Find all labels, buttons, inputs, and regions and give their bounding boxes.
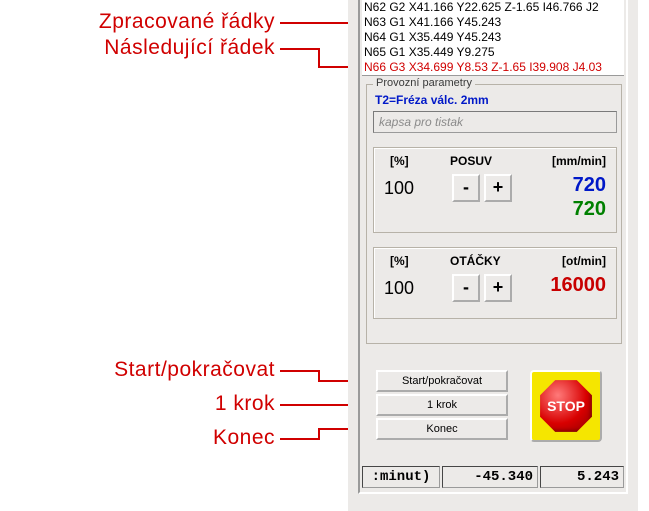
feed-minus-button[interactable]: - — [452, 174, 480, 202]
stop-button[interactable]: STOP — [530, 370, 602, 442]
footer-value-1: -45.340 — [442, 466, 538, 488]
callout-next-row: Následující řádek — [30, 36, 275, 60]
callout-line — [280, 22, 358, 24]
gcode-line: N63 G1 X41.166 Y45.243 — [364, 15, 622, 30]
feed-value: 720 — [573, 174, 606, 197]
callout-processed-rows: Zpracované řádky — [30, 10, 275, 34]
end-button[interactable]: Konec — [376, 418, 508, 440]
callout-line — [280, 438, 320, 440]
callout-line — [318, 48, 320, 66]
gcode-line: N64 G1 X35.449 Y45.243 — [364, 30, 622, 45]
speed-unit-header: [ot/min] — [562, 254, 606, 268]
feed-pct-header: [%] — [390, 154, 409, 168]
control-button-area: Start/pokračovat 1 krok Konec STOP — [364, 370, 624, 446]
feed-pct-value: 100 — [384, 178, 414, 199]
feed-value-secondary: 720 — [573, 198, 606, 221]
feed-box: [%] POSUV [mm/min] 100 - + 720 720 — [373, 147, 617, 233]
speed-pct-value: 100 — [384, 278, 414, 299]
gcode-line: N62 G2 X41.166 Y22.625 Z-1.65 I46.766 J2 — [364, 0, 622, 15]
feed-unit-header: [mm/min] — [552, 154, 606, 168]
callout-line — [280, 370, 320, 372]
gcode-listing: N62 G2 X41.166 Y22.625 Z-1.65 I46.766 J2… — [362, 0, 624, 76]
speed-box: [%] OTÁČKY [ot/min] 100 - + 16000 — [373, 247, 617, 319]
speed-name-header: OTÁČKY — [450, 254, 501, 268]
callout-line — [280, 48, 320, 50]
speed-value: 16000 — [550, 274, 606, 297]
app-panel: N62 G2 X41.166 Y22.625 Z-1.65 I46.766 J2… — [348, 0, 638, 511]
groupbox-title: Provozní parametry — [373, 77, 475, 89]
feed-plus-button[interactable]: + — [484, 174, 512, 202]
feed-name-header: POSUV — [450, 154, 492, 168]
speed-pct-header: [%] — [390, 254, 409, 268]
speed-minus-button[interactable]: - — [452, 274, 480, 302]
start-continue-button[interactable]: Start/pokračovat — [376, 370, 508, 392]
footer-time-label: :minut) — [362, 466, 440, 488]
one-step-button[interactable]: 1 krok — [376, 394, 508, 416]
speed-plus-button[interactable]: + — [484, 274, 512, 302]
footer-value-2: 5.243 — [540, 466, 624, 488]
stop-icon: STOP — [539, 379, 593, 433]
footer-readouts: :minut) -45.340 5.243 — [362, 466, 626, 490]
tool-label: T2=Fréza válc. 2mm — [375, 93, 489, 107]
operation-description-field[interactable]: kapsa pro tistak — [373, 111, 617, 133]
gcode-line: N65 G1 X35.449 Y9.275 — [364, 45, 622, 60]
callout-one-step: 1 krok — [30, 392, 275, 416]
callout-end: Konec — [30, 426, 275, 450]
callout-start-continue: Start/pokračovat — [30, 358, 275, 382]
operating-params-group: Provozní parametry T2=Fréza válc. 2mm ka… — [366, 84, 622, 344]
gcode-current-line: N66 G3 X34.699 Y8.53 Z-1.65 I39.908 J4.0… — [364, 60, 622, 75]
